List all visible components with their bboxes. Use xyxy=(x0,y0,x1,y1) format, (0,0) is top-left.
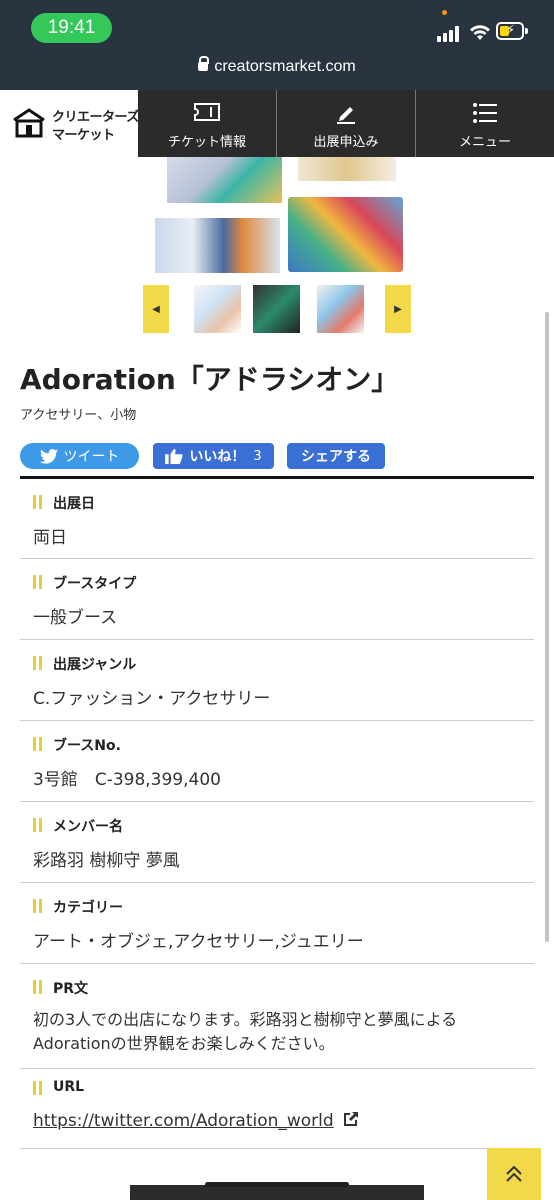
info-row-date: 出展日 両日 xyxy=(20,479,534,559)
nav-menu-label: メニュー xyxy=(458,135,511,150)
info-row-category: カテゴリー アート・オブジェ,アクセサリー,ジュエリー xyxy=(20,883,534,964)
double-chevron-up-icon xyxy=(506,1165,522,1182)
tweet-label: ツイート xyxy=(63,449,120,465)
share-button[interactable]: シェアする xyxy=(287,443,385,469)
battery-icon: ⚡ xyxy=(496,22,524,40)
lock-icon xyxy=(198,56,210,71)
address-bar[interactable]: creatorsmarket.com xyxy=(0,56,554,76)
status-time: 19:41 xyxy=(31,13,112,43)
bottom-bar xyxy=(130,1185,424,1200)
thumbs-up-icon xyxy=(165,448,183,464)
share-label: シェアする xyxy=(301,449,371,465)
booth-info-table: 出展日 両日 ブースタイプ 一般ブース 出展ジャンル C.ファッション・アクセサ… xyxy=(20,476,534,1149)
info-label: カテゴリー xyxy=(20,897,534,917)
browser-status-bar: 19:41 ⚡ creatorsmarket.com xyxy=(0,0,554,90)
info-label: URL xyxy=(20,1079,534,1095)
info-label: メンバー名 xyxy=(20,816,534,836)
page-scrollbar[interactable] xyxy=(545,312,549,942)
privacy-indicator xyxy=(442,10,447,15)
thumbnail[interactable] xyxy=(194,285,241,333)
caret-left-icon: ◀ xyxy=(152,303,160,315)
carousel-prev-button[interactable]: ◀ xyxy=(143,285,169,333)
info-value: 一般ブース xyxy=(33,608,118,628)
info-label: ブースタイプ xyxy=(20,573,534,593)
info-value: 初の3人での出店になります。彩路羽と樹柳守と夢風による Adorationの世界… xyxy=(20,1008,457,1056)
info-label: ブースNo. xyxy=(20,735,534,755)
cellular-signal-icon xyxy=(437,26,463,42)
info-row-booth-no: ブースNo. 3号館 C-398,399,400 xyxy=(20,721,534,802)
info-label: PR文 xyxy=(20,978,534,998)
thumbnail[interactable] xyxy=(253,285,300,333)
logo-mark-icon xyxy=(13,108,45,138)
menu-icon xyxy=(473,103,497,123)
info-row-pr: PR文 初の3人での出店になります。彩路羽と樹柳守と夢風による Adoratio… xyxy=(20,964,534,1069)
ticket-icon xyxy=(194,103,220,121)
info-row-url: URL https://twitter.com/Adoration_world xyxy=(20,1069,534,1149)
external-link-icon xyxy=(344,1112,359,1126)
logo-text-line2: マーケット xyxy=(52,128,115,143)
main-image-gallery[interactable] xyxy=(150,157,405,275)
logo-text-line1: クリエーターズ xyxy=(52,110,139,125)
pr-text-line1: 初の3人での出店になります。彩路羽と樹柳守と夢風による xyxy=(33,1010,458,1029)
caret-right-icon: ▶ xyxy=(394,303,402,315)
site-logo[interactable]: クリエーターズ マーケット xyxy=(0,90,139,157)
home-indicator[interactable] xyxy=(205,1182,349,1187)
pr-text-line2: Adorationの世界観をお楽しみください。 xyxy=(33,1034,335,1053)
info-label: 出展日 xyxy=(20,493,534,513)
main-nav: チケット情報 出展申込み メニュー xyxy=(138,90,554,157)
info-row-booth-type: ブースタイプ 一般ブース xyxy=(20,559,534,640)
pencil-icon xyxy=(337,107,355,124)
nav-apply-label: 出展申込み xyxy=(313,135,379,150)
like-button[interactable]: いいね！ 3 xyxy=(153,443,274,469)
like-label: いいね！ xyxy=(189,449,246,465)
booth-title: Adoration「アドラシオン」 xyxy=(20,363,400,396)
gallery-image xyxy=(298,157,396,181)
info-label: 出展ジャンル xyxy=(20,654,534,674)
thumbnail[interactable] xyxy=(317,285,364,333)
url-text: creatorsmarket.com xyxy=(214,58,356,75)
gallery-image xyxy=(155,218,280,273)
tweet-button[interactable]: ツイート xyxy=(20,443,139,469)
info-row-genre: 出展ジャンル C.ファッション・アクセサリー xyxy=(20,640,534,721)
gallery-image xyxy=(288,197,403,272)
like-count: 3 xyxy=(253,448,262,464)
gallery-image xyxy=(167,157,282,203)
wifi-icon xyxy=(470,25,490,40)
info-value: 両日 xyxy=(33,528,67,548)
scroll-to-top-button[interactable] xyxy=(487,1148,541,1200)
info-value: C.ファッション・アクセサリー xyxy=(33,689,271,709)
nav-apply[interactable]: 出展申込み xyxy=(277,90,416,157)
twitter-bird-icon xyxy=(39,448,58,464)
url-link[interactable]: https://twitter.com/Adoration_world xyxy=(33,1111,334,1131)
nav-menu[interactable]: メニュー xyxy=(416,90,554,157)
info-value: https://twitter.com/Adoration_world xyxy=(20,1111,359,1131)
booth-subtitle: アクセサリー、小物 xyxy=(20,408,137,423)
carousel-next-button[interactable]: ▶ xyxy=(385,285,411,333)
info-value: アート・オブジェ,アクセサリー,ジュエリー xyxy=(33,932,364,952)
info-value: 3号館 C-398,399,400 xyxy=(33,770,221,790)
info-value: 彩路羽 樹柳守 夢風 xyxy=(33,851,180,871)
thumbnail-carousel: ◀ ▶ xyxy=(143,285,411,333)
nav-ticket-label: チケット情報 xyxy=(167,135,246,150)
battery-cap xyxy=(525,28,528,34)
nav-ticket-info[interactable]: チケット情報 xyxy=(138,90,277,157)
info-row-members: メンバー名 彩路羽 樹柳守 夢風 xyxy=(20,802,534,883)
